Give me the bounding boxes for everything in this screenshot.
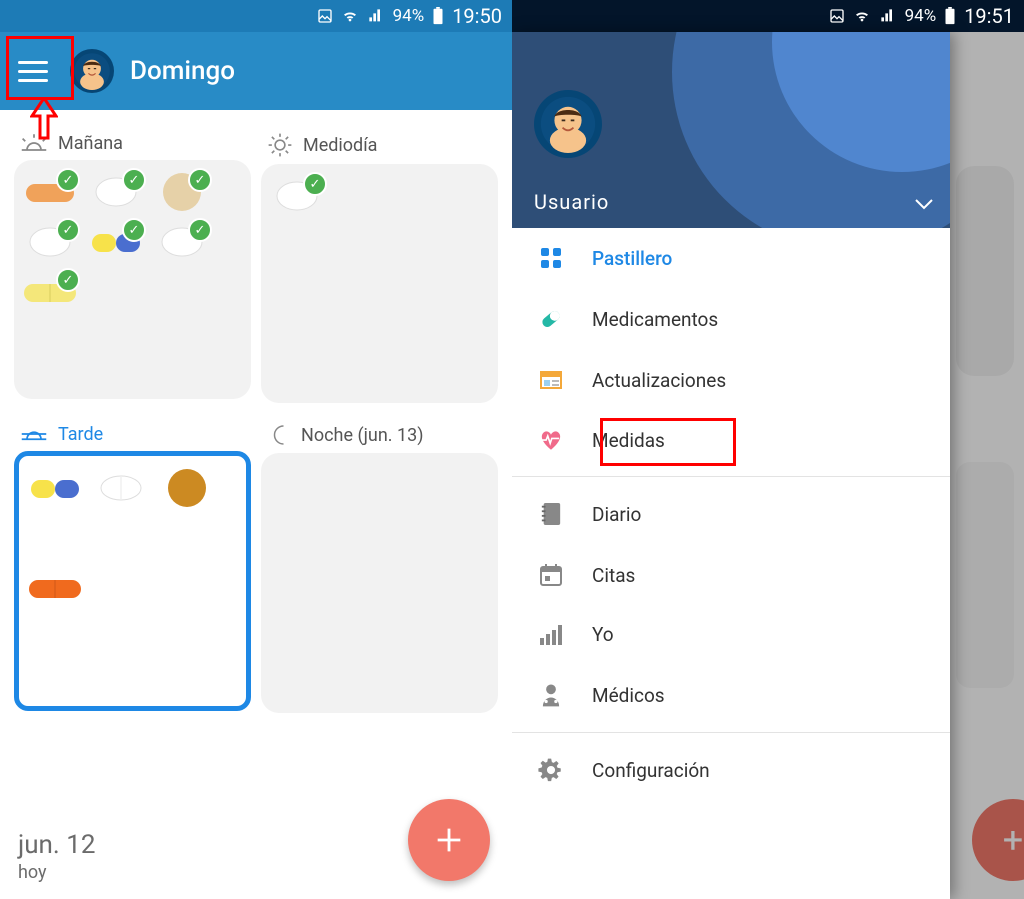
news-icon bbox=[536, 368, 566, 392]
app-bar: Domingo bbox=[0, 32, 512, 110]
battery-icon bbox=[944, 7, 956, 25]
drawer-menu: Pastillero Medicamentos Actualizaciones Med… bbox=[512, 228, 950, 899]
pill-item[interactable]: ✓ bbox=[22, 172, 78, 212]
drawer-header[interactable]: Usuario bbox=[512, 32, 950, 228]
sun-icon bbox=[267, 132, 293, 158]
gear-icon bbox=[536, 757, 566, 783]
grid-icon bbox=[536, 246, 566, 270]
check-icon: ✓ bbox=[122, 218, 146, 242]
add-button-ghost: + bbox=[972, 799, 1024, 881]
drawer-item-medidas[interactable]: Medidas bbox=[512, 410, 950, 470]
drawer-item-medicamentos[interactable]: Medicamentos bbox=[512, 288, 950, 350]
pill-icon bbox=[536, 306, 566, 332]
section-morning[interactable]: Mañana ✓ ✓ ✓ ✓ ✓ ✓ ✓ bbox=[14, 122, 251, 403]
battery-icon bbox=[432, 7, 444, 25]
check-icon: ✓ bbox=[56, 218, 80, 242]
drawer-item-configuración[interactable]: Configuración bbox=[512, 739, 950, 801]
pill-item[interactable]: ✓ bbox=[22, 222, 78, 262]
check-icon: ✓ bbox=[56, 268, 80, 292]
status-bar: 94% 19:50 bbox=[0, 0, 512, 32]
drawer-item-label: Citas bbox=[592, 564, 635, 587]
clock-text: 19:50 bbox=[452, 4, 502, 28]
drawer-item-citas[interactable]: Citas bbox=[512, 545, 950, 605]
sunrise-icon bbox=[20, 132, 48, 154]
pill-item[interactable]: ✓ bbox=[88, 172, 144, 212]
avatar[interactable] bbox=[534, 90, 602, 158]
afternoon-card[interactable] bbox=[14, 451, 251, 711]
section-night[interactable]: Noche (jun. 13) bbox=[261, 413, 498, 713]
drawer-item-label: Medidas bbox=[592, 429, 665, 452]
calendar-icon bbox=[536, 563, 566, 587]
screenshot-icon bbox=[829, 8, 845, 24]
section-noon[interactable]: Mediodía ✓ bbox=[261, 122, 498, 403]
pill-item[interactable] bbox=[27, 568, 83, 608]
chevron-down-icon[interactable] bbox=[914, 198, 934, 212]
moon-icon bbox=[267, 423, 291, 447]
footer-rel: hoy bbox=[18, 862, 95, 883]
drawer-item-diario[interactable]: Diario bbox=[512, 483, 950, 545]
pill-item[interactable] bbox=[159, 468, 215, 508]
drawer-item-label: Médicos bbox=[592, 684, 665, 707]
drawer-item-label: Configuración bbox=[592, 759, 710, 782]
wifi-icon bbox=[341, 8, 359, 24]
check-icon: ✓ bbox=[303, 172, 327, 196]
pill-item[interactable]: ✓ bbox=[269, 176, 325, 216]
menu-button[interactable] bbox=[12, 52, 54, 90]
noon-card[interactable]: ✓ bbox=[261, 164, 498, 403]
check-icon: ✓ bbox=[56, 168, 80, 192]
heart-icon bbox=[536, 428, 566, 452]
pill-item[interactable]: ✓ bbox=[154, 172, 210, 212]
avatar[interactable] bbox=[70, 49, 114, 93]
drawer-item-pastillero[interactable]: Pastillero bbox=[512, 228, 950, 288]
page-title: Domingo bbox=[130, 56, 235, 86]
signal-icon bbox=[367, 8, 385, 24]
pill-item[interactable] bbox=[27, 518, 238, 558]
drawer-item-actualizaciones[interactable]: Actualizaciones bbox=[512, 350, 950, 410]
drawer-item-label: Pastillero bbox=[592, 247, 672, 270]
phone-left: 94% 19:50 Domingo Mañana ✓ bbox=[0, 0, 512, 899]
pill-item[interactable] bbox=[93, 468, 149, 508]
bars-icon bbox=[536, 624, 566, 646]
check-icon: ✓ bbox=[188, 168, 212, 192]
battery-text: 94% bbox=[393, 6, 425, 26]
doctor-icon bbox=[536, 682, 566, 708]
drawer-username: Usuario bbox=[534, 190, 609, 214]
status-bar: 94% 19:51 bbox=[512, 0, 1024, 32]
night-card[interactable] bbox=[261, 453, 498, 713]
pill-item[interactable]: ✓ bbox=[22, 272, 78, 312]
drawer-item-label: Medicamentos bbox=[592, 308, 718, 331]
date-footer: jun. 12 hoy bbox=[18, 830, 95, 883]
wifi-icon bbox=[853, 8, 871, 24]
pill-item[interactable]: ✓ bbox=[88, 222, 144, 262]
drawer-item-médicos[interactable]: Médicos bbox=[512, 664, 950, 726]
drawer-item-yo[interactable]: Yo bbox=[512, 605, 950, 664]
nav-drawer: Usuario Pastillero Medicamentos Actualizac… bbox=[512, 32, 950, 899]
signal-icon bbox=[879, 8, 897, 24]
check-icon: ✓ bbox=[122, 168, 146, 192]
drawer-item-label: Diario bbox=[592, 503, 641, 526]
footer-date: jun. 12 bbox=[18, 830, 95, 860]
drawer-item-label: Actualizaciones bbox=[592, 369, 726, 392]
sunset-icon bbox=[20, 423, 48, 445]
section-label: Noche (jun. 13) bbox=[301, 425, 424, 446]
clock-text: 19:51 bbox=[964, 4, 1014, 28]
section-label: Mañana bbox=[58, 133, 123, 154]
check-icon: ✓ bbox=[188, 218, 212, 242]
morning-card[interactable]: ✓ ✓ ✓ ✓ ✓ ✓ ✓ bbox=[14, 160, 251, 399]
section-label: Mediodía bbox=[303, 135, 377, 156]
pill-item[interactable] bbox=[27, 468, 83, 508]
section-label: Tarde bbox=[58, 424, 103, 445]
section-afternoon[interactable]: Tarde bbox=[14, 413, 251, 713]
drawer-item-label: Yo bbox=[592, 623, 614, 646]
journal-icon bbox=[536, 501, 566, 527]
add-button[interactable] bbox=[408, 799, 490, 881]
pill-item[interactable]: ✓ bbox=[154, 222, 210, 262]
screenshot-icon bbox=[317, 8, 333, 24]
battery-text: 94% bbox=[905, 6, 937, 26]
phone-right: 94% 19:51 3) + Usuario PastilleroMedicam… bbox=[512, 0, 1024, 899]
